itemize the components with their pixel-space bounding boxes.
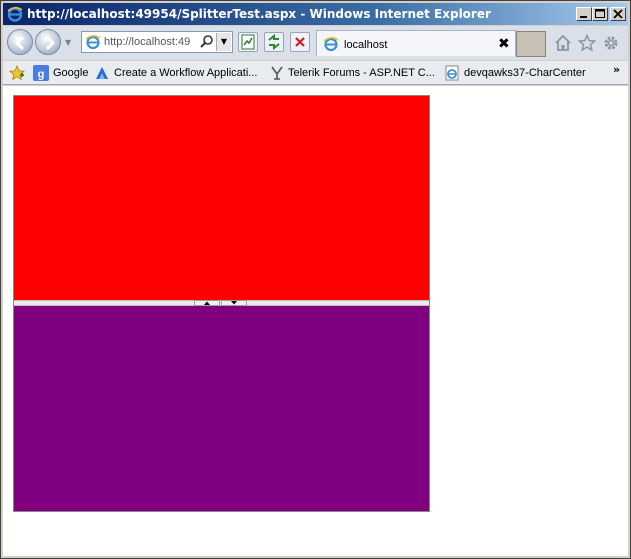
title-bar: http://localhost:49954/SplitterTest.aspx… [3, 3, 628, 25]
favorite-devqawks37[interactable]: devqawks37-CharCenter [444, 65, 586, 81]
google-icon: g [33, 65, 49, 81]
maximize-button[interactable] [592, 7, 608, 21]
add-to-favorites-button[interactable] [9, 65, 29, 81]
favorite-telerik-forums[interactable]: Telerik Forums - ASP.NET C... [270, 65, 435, 81]
browser-window: http://localhost:49954/SplitterTest.aspx… [0, 0, 631, 559]
favorites-star-icon[interactable] [578, 34, 596, 52]
triangle-down-icon [231, 301, 237, 305]
ie-page-icon [323, 37, 339, 52]
splitter [13, 95, 430, 512]
forward-button[interactable] [35, 29, 61, 55]
ie-page-icon [445, 65, 459, 81]
bottom-pane [14, 306, 429, 511]
svg-text:g: g [38, 69, 45, 81]
compatibility-view-button[interactable] [238, 32, 258, 52]
more-favorites-chevron-icon[interactable]: » [613, 63, 620, 76]
navigation-bar: ▼ http://localhost:49 ▼ localhost ✖ [3, 26, 628, 60]
favorite-label: Google [53, 67, 89, 79]
top-pane [14, 96, 429, 300]
arrow-left-icon [14, 35, 25, 51]
address-dropdown-button[interactable]: ▼ [216, 33, 231, 51]
home-icon[interactable] [554, 34, 572, 52]
tab-label: localhost [344, 39, 388, 51]
close-icon [613, 9, 623, 19]
workflow-icon [96, 67, 108, 79]
arrow-right-icon [45, 35, 56, 51]
maximize-icon [595, 9, 605, 18]
favorites-star-icon [9, 65, 25, 81]
favorite-create-workflow[interactable]: Create a Workflow Applicati... [94, 65, 257, 81]
stop-icon [295, 37, 305, 47]
window-title: http://localhost:49954/SplitterTest.aspx… [27, 7, 491, 21]
search-icon[interactable] [199, 34, 215, 50]
refresh-button[interactable] [264, 32, 284, 52]
stop-button[interactable] [290, 32, 310, 52]
favorites-bar: g Google Create a Workflow Applicati... … [3, 61, 628, 85]
compatibility-view-icon [241, 34, 255, 50]
back-button[interactable] [7, 29, 33, 55]
favorite-label: devqawks37-CharCenter [464, 67, 586, 79]
recent-pages-dropdown-icon[interactable]: ▼ [65, 38, 71, 47]
refresh-icon [268, 33, 280, 51]
new-tab-button[interactable] [516, 31, 546, 57]
favorite-google[interactable]: g Google [33, 65, 88, 81]
minimize-icon [580, 16, 587, 18]
ie-page-icon [85, 35, 101, 50]
minimize-button[interactable] [576, 7, 592, 21]
tab-close-icon[interactable]: ✖ [498, 36, 510, 52]
favorite-label: Telerik Forums - ASP.NET C... [288, 67, 435, 79]
ie-logo-icon [7, 6, 23, 22]
telerik-icon [271, 66, 283, 80]
tab-localhost[interactable]: localhost ✖ [316, 30, 516, 56]
triangle-up-icon [204, 301, 210, 305]
close-window-button[interactable] [610, 7, 626, 21]
address-bar[interactable]: http://localhost:49 ▼ [81, 31, 233, 53]
address-text[interactable]: http://localhost:49 [104, 36, 196, 48]
favorite-label: Create a Workflow Applicati... [114, 67, 258, 79]
gear-icon[interactable] [602, 34, 620, 52]
page-content [3, 86, 628, 556]
